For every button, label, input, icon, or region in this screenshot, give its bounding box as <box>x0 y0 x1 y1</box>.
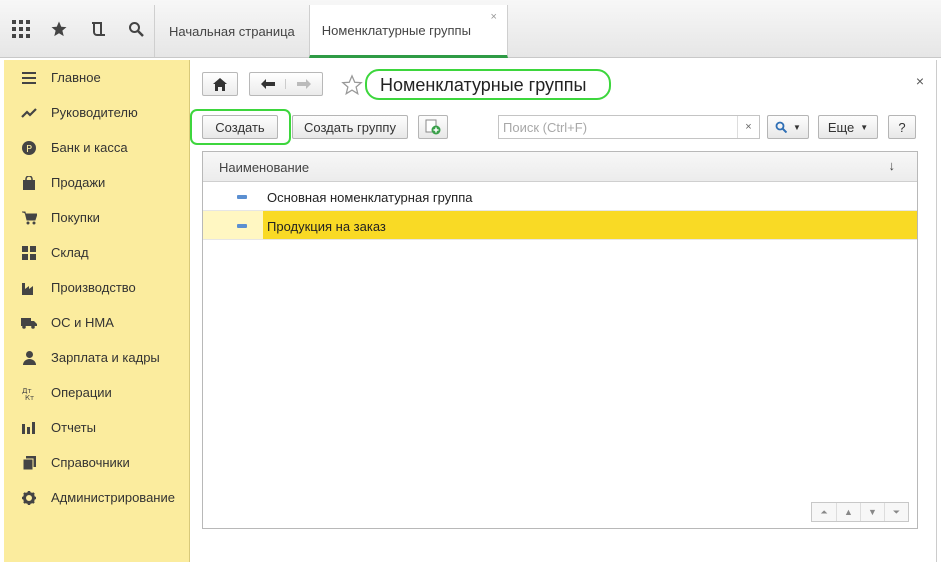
tab-home-page[interactable]: Начальная страница <box>154 5 309 57</box>
top-icons <box>0 0 154 58</box>
sidebar-item-label: Справочники <box>51 455 130 470</box>
svg-text:Кт: Кт <box>25 394 34 400</box>
create-group-button[interactable]: Создать группу <box>292 115 408 139</box>
history-icon[interactable] <box>80 11 116 47</box>
svg-text:P: P <box>26 144 32 155</box>
sidebar-item-operations[interactable]: Дт Кт Операции <box>4 375 189 410</box>
groups-table: Наименование ↓ Основная номенклатурная г… <box>202 151 918 529</box>
apps-grid-icon[interactable] <box>3 11 39 47</box>
tab-label: Начальная страница <box>169 23 295 39</box>
arrow-left-icon <box>260 79 275 89</box>
column-header-name[interactable]: Наименование <box>219 160 309 175</box>
page-title: Номенклатурные группы <box>380 75 587 95</box>
search-icon <box>775 121 788 133</box>
ruble-coin-icon: P <box>21 140 37 156</box>
form-area: Номенклатурные группы × Создать Создать … <box>190 60 937 562</box>
create-button[interactable]: Создать <box>202 115 278 139</box>
table-pager: ⏶ ▲ ▼ ⏷ <box>811 502 909 522</box>
copy-add-icon <box>425 119 441 135</box>
shopping-bag-icon <box>21 175 37 191</box>
table-row-selected[interactable]: Продукция на заказ <box>203 211 917 240</box>
scroll-up-icon[interactable]: ▲ <box>836 503 860 521</box>
search-input[interactable] <box>499 116 735 138</box>
sidebar-item-label: Администрирование <box>51 490 175 505</box>
scroll-top-icon[interactable]: ⏶ <box>812 503 836 521</box>
search-icon[interactable] <box>119 11 155 47</box>
sort-arrow-icon[interactable]: ↓ <box>889 158 896 173</box>
forward-button[interactable] <box>286 79 322 89</box>
history-nav-group <box>249 72 323 96</box>
sidebar-item-label: Покупки <box>51 210 100 225</box>
sidebar-item-salary[interactable]: Зарплата и кадры <box>4 340 189 375</box>
trend-chart-icon <box>21 105 37 121</box>
search-clear-icon[interactable]: × <box>737 116 759 138</box>
gear-icon <box>21 490 37 506</box>
more-label: Еще <box>827 119 855 135</box>
sidebar-item-directories[interactable]: Справочники <box>4 445 189 480</box>
sidebar-item-fixed-assets[interactable]: ОС и НМА <box>4 305 189 340</box>
sidebar-item-label: Склад <box>51 245 89 260</box>
sidebar-item-purchases[interactable]: Покупки <box>4 200 189 235</box>
item-marker-icon <box>237 224 247 228</box>
more-button[interactable]: Еще ▼ <box>818 115 878 139</box>
sidebar-item-label: Руководителю <box>51 105 138 120</box>
table-header[interactable]: Наименование ↓ <box>203 152 917 182</box>
sidebar-item-label: ОС и НМА <box>51 315 114 330</box>
sidebar-item-label: Банк и касса <box>51 140 128 155</box>
truck-icon <box>21 315 37 331</box>
scroll-down-icon[interactable]: ▼ <box>860 503 884 521</box>
row-label: Продукция на заказ <box>267 219 386 234</box>
person-icon <box>21 350 37 366</box>
sidebar-item-label: Зарплата и кадры <box>51 350 160 365</box>
sidebar-item-manager[interactable]: Руководителю <box>4 95 189 130</box>
bar-chart-icon <box>21 420 37 436</box>
factory-icon <box>21 280 37 296</box>
sidebar-item-label: Главное <box>51 70 101 85</box>
sidebar-item-production[interactable]: Производство <box>4 270 189 305</box>
sidebar: Главное Руководителю P Банк и касса Прод… <box>4 60 190 562</box>
back-button[interactable] <box>250 79 286 89</box>
chevron-down-icon: ▼ <box>860 122 869 132</box>
menu-lines-icon <box>21 70 37 86</box>
warehouse-grid-icon <box>21 245 37 261</box>
top-bar: Начальная страница Номенклатурные группы… <box>0 0 941 58</box>
favorite-star-icon[interactable] <box>341 74 363 99</box>
row-marker-cell <box>203 211 263 239</box>
help-button[interactable]: ? <box>888 115 916 139</box>
shopping-cart-icon <box>21 210 37 226</box>
sidebar-item-sales[interactable]: Продажи <box>4 165 189 200</box>
sidebar-item-warehouse[interactable]: Склад <box>4 235 189 270</box>
sidebar-item-label: Операции <box>51 385 112 400</box>
favorites-star-icon[interactable] <box>42 11 78 47</box>
search-box: × <box>498 115 760 139</box>
sidebar-item-admin[interactable]: Администрирование <box>4 480 189 515</box>
row-label: Основная номенклатурная группа <box>267 190 473 205</box>
sidebar-item-label: Производство <box>51 280 136 295</box>
home-button[interactable] <box>202 72 238 96</box>
home-icon <box>213 77 227 91</box>
sidebar-item-label: Продажи <box>51 175 106 190</box>
tab-close-icon[interactable]: × <box>491 11 497 23</box>
sidebar-item-main[interactable]: Главное <box>4 60 189 95</box>
sidebar-item-bank[interactable]: P Банк и касса <box>4 130 189 165</box>
books-icon <box>21 455 37 471</box>
chevron-down-icon: ▼ <box>793 122 801 132</box>
close-form-icon[interactable]: × <box>916 73 924 89</box>
arrow-right-icon <box>297 79 311 89</box>
sidebar-item-reports[interactable]: Отчеты <box>4 410 189 445</box>
item-marker-icon <box>237 195 247 199</box>
scroll-bottom-icon[interactable]: ⏷ <box>884 503 908 521</box>
sidebar-item-label: Отчеты <box>51 420 96 435</box>
table-row[interactable]: Основная номенклатурная группа <box>203 182 917 211</box>
tab-label: Номенклатурные группы <box>321 22 471 38</box>
debit-credit-icon: Дт Кт <box>21 385 37 401</box>
tab-nomenclature-groups[interactable]: Номенклатурные группы × <box>308 5 508 58</box>
tab-bar: Начальная страница Номенклатурные группы… <box>154 5 508 58</box>
copy-add-button[interactable] <box>418 115 448 139</box>
search-options-button[interactable]: ▼ <box>767 115 809 139</box>
